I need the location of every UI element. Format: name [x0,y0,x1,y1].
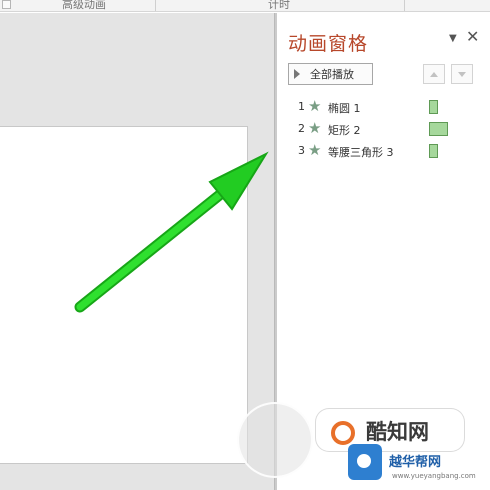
animation-order-number: 2 [298,122,305,135]
watermark-url: www.yueyangbang.com [392,472,476,480]
timeline-bar[interactable] [429,100,438,114]
timeline-bar[interactable] [429,144,438,158]
star-icon: ★ [308,97,322,115]
close-icon[interactable]: ✕ [466,27,479,46]
animation-order-number: 1 [298,100,305,113]
chevron-up-icon [430,71,438,77]
pane-title: 动画窗格 [288,33,369,55]
ribbon-group-advanced-animation: 高级动画 [62,0,106,11]
animation-item[interactable]: 3 ★ 等腰三角形 3 [277,140,490,162]
animation-item[interactable]: 2 ★ 矩形 2 [277,118,490,140]
watermark-brand-secondary: 越华帮网 [389,455,442,470]
animation-item-label: 等腰三角形 3 [328,146,394,159]
slide-canvas[interactable] [0,126,248,464]
animation-item-label: 矩形 2 [328,124,361,137]
play-all-button[interactable]: 全部播放 [288,63,373,85]
star-icon: ★ [308,141,322,159]
animation-order-number: 3 [298,144,305,157]
animation-item-label: 椭圆 1 [328,102,361,115]
star-icon: ★ [308,119,322,137]
timeline-bar[interactable] [429,122,448,136]
ribbon-separator [155,0,156,11]
watermark-mark-icon [348,444,382,480]
ribbon-separator [404,0,405,11]
dropdown-icon[interactable]: ▼ [449,33,457,44]
move-down-button[interactable] [451,64,473,84]
animation-item[interactable]: 1 ★ 椭圆 1 [277,96,490,118]
watermark-circle [237,402,313,478]
ribbon-strip: 高级动画 计时 [0,0,490,12]
play-triangle-icon [294,69,300,79]
play-all-label: 全部播放 [310,68,354,81]
watermark-brand: 酷知网 [366,420,429,444]
dialog-launcher-icon[interactable] [2,0,11,9]
watermark-logo-icon [331,421,355,445]
slide-editing-area[interactable] [0,13,274,490]
chevron-down-icon [458,71,466,77]
move-up-button[interactable] [423,64,445,84]
ribbon-group-timing: 计时 [268,0,290,11]
